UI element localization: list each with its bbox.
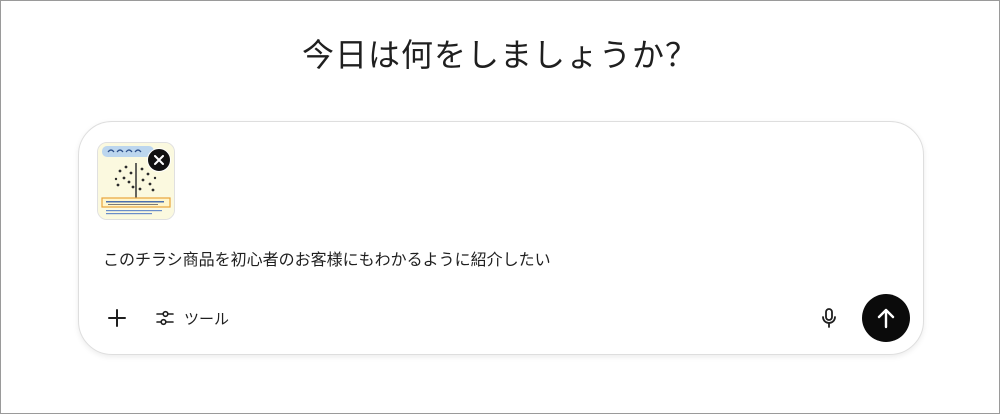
- remove-attachment-button[interactable]: [147, 148, 171, 172]
- page-title: 今日は何をしましょうか？: [301, 36, 698, 74]
- voice-input-button[interactable]: [817, 306, 841, 330]
- image-attachment[interactable]: [97, 142, 175, 220]
- prompt-composer: このチラシ商品を初心者のお客様にもわかるように紹介したい ツール: [78, 121, 924, 355]
- prompt-input[interactable]: このチラシ商品を初心者のお客様にもわかるように紹介したい: [103, 246, 883, 270]
- tools-label: ツール: [184, 309, 230, 328]
- arrow-up-icon: [877, 308, 895, 329]
- add-button[interactable]: [105, 306, 129, 330]
- microphone-icon: [822, 308, 836, 328]
- tools-button[interactable]: ツール: [155, 306, 229, 330]
- close-icon: [154, 155, 164, 165]
- plus-icon: [108, 309, 126, 327]
- send-button[interactable]: [862, 294, 910, 342]
- sliders-icon: [156, 310, 174, 326]
